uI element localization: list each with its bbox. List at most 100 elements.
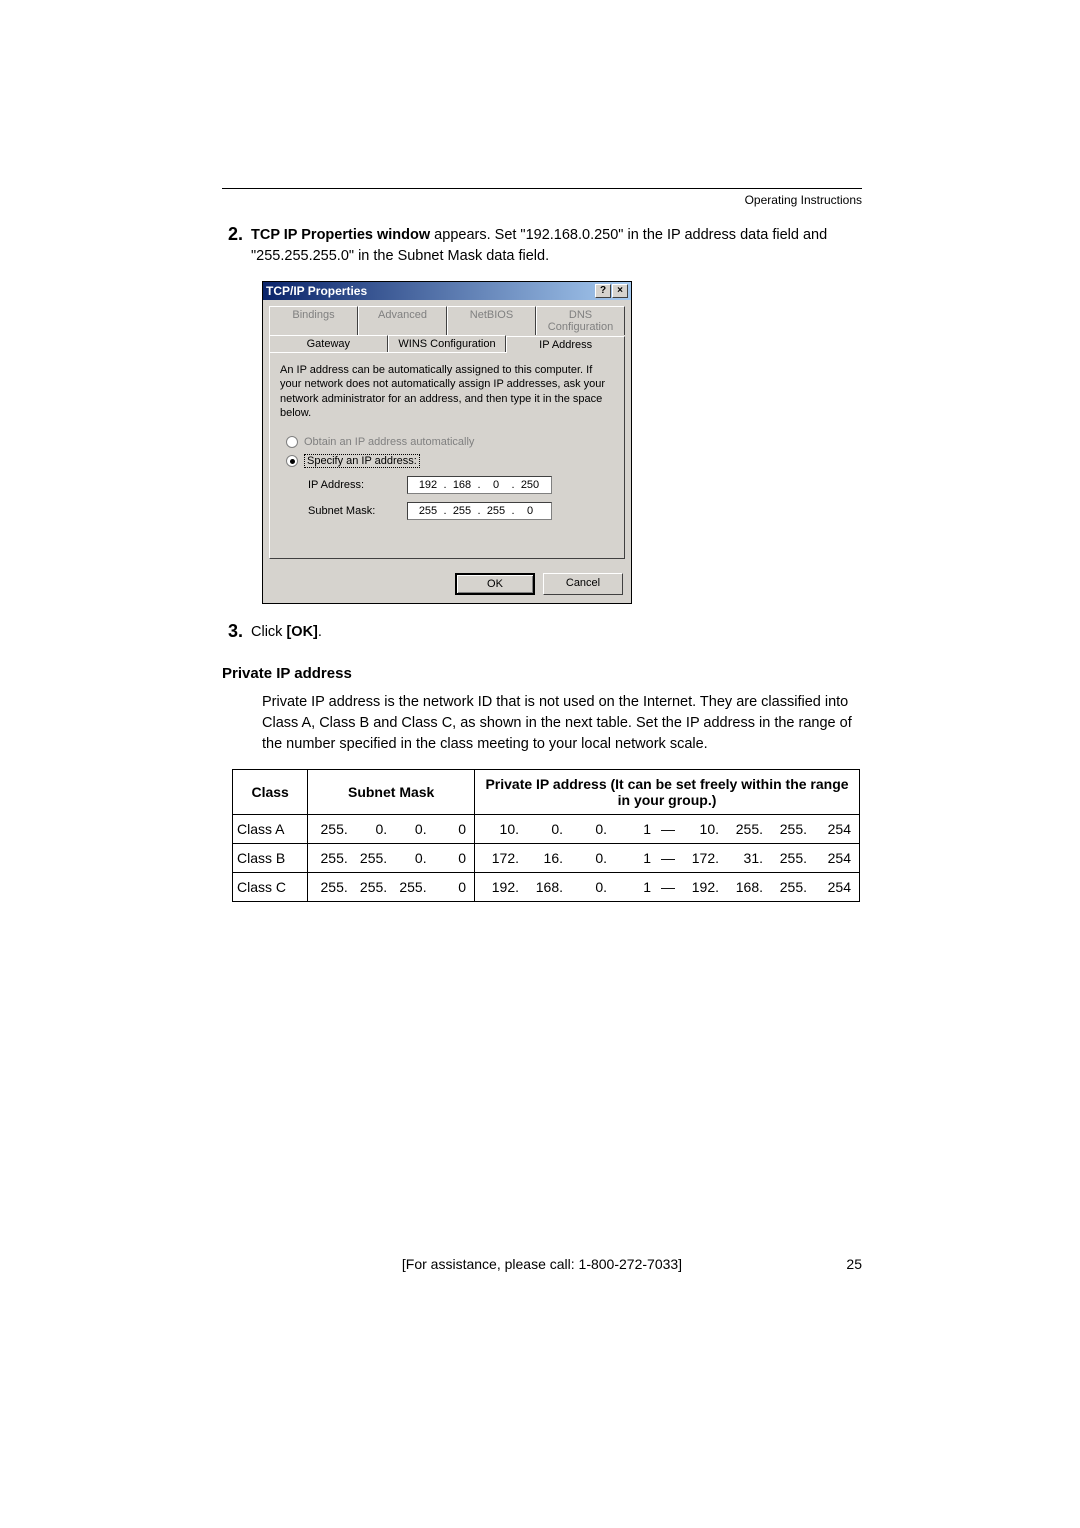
radio-obtain-auto-label: Obtain an IP address automatically (304, 436, 474, 448)
range-part: 0. (523, 821, 567, 837)
ip-octet-2[interactable]: 168 (448, 479, 476, 491)
range-part: 255. (767, 821, 811, 837)
th-class: Class (233, 770, 308, 815)
mask-octet-2[interactable]: 255 (448, 505, 476, 517)
range-part: 0. (567, 850, 611, 866)
mask-part: 255. (391, 879, 430, 895)
tab-wins-configuration[interactable]: WINS Configuration (388, 335, 507, 352)
step-3-pre: Click (251, 624, 286, 640)
range-part: 172. (679, 850, 723, 866)
tab-netbios[interactable]: NetBIOS (447, 306, 536, 335)
th-subnet-mask: Subnet Mask (308, 770, 475, 815)
cell-class: Class B (233, 844, 308, 873)
ip-address-field[interactable]: 192. 168. 0. 250 (407, 476, 552, 494)
radio-icon (286, 455, 298, 467)
dialog-titlebar: TCP/IP Properties ? × (263, 282, 631, 300)
footer-assistance: [For assistance, please call: 1-800-272-… (272, 1256, 812, 1272)
range-part: 172. (479, 850, 523, 866)
tab-advanced[interactable]: Advanced (358, 306, 447, 335)
cell-ip-range: 172.16.0.1—172.31.255.254 (475, 844, 860, 873)
private-ip-table: Class Subnet Mask Private IP address (It… (232, 769, 860, 902)
mask-part: 0. (391, 850, 430, 866)
step-3-body: Click [OK]. (251, 622, 322, 643)
ip-address-row: IP Address: 192. 168. 0. 250 (308, 476, 614, 494)
mask-part: 255. (312, 879, 351, 895)
table-row: Class A255.0.0.010.0.0.1—10.255.255.254 (233, 815, 860, 844)
mask-part: 255. (352, 850, 391, 866)
tab-dns-configuration[interactable]: DNS Configuration (536, 306, 625, 335)
range-part: 0. (567, 879, 611, 895)
cell-ip-range: 192.168.0.1—192.168.255.254 (475, 873, 860, 902)
range-part: — (655, 850, 679, 866)
table-row: Class C255.255.255.0192.168.0.1—192.168.… (233, 873, 860, 902)
mask-part: 0. (391, 821, 430, 837)
step-3-bold: [OK] (286, 624, 317, 640)
range-part: 1 (611, 821, 655, 837)
tab-panel-ip-address: An IP address can be automatically assig… (269, 352, 625, 559)
mask-octet-3[interactable]: 255 (482, 505, 510, 517)
cell-subnet-mask: 255.255.255.0 (308, 873, 475, 902)
range-part: 168. (523, 879, 567, 895)
cell-class: Class A (233, 815, 308, 844)
range-part: 254 (811, 850, 855, 866)
cancel-button[interactable]: Cancel (543, 573, 623, 595)
ip-octet-3[interactable]: 0 (482, 479, 510, 491)
step-2-bold: TCP IP Properties window (251, 227, 430, 243)
mask-part: 255. (312, 821, 351, 837)
header-label: Operating Instructions (222, 193, 862, 207)
step-2-body: TCP IP Properties window appears. Set "1… (251, 225, 862, 267)
mask-part: 0 (431, 879, 470, 895)
dialog-description: An IP address can be automatically assig… (280, 363, 614, 420)
range-part: — (655, 879, 679, 895)
range-part: 192. (479, 879, 523, 895)
step-3-post: . (318, 624, 322, 640)
range-part: 168. (723, 879, 767, 895)
mask-part: 0 (431, 850, 470, 866)
header-rule (222, 188, 862, 189)
ok-button[interactable]: OK (455, 573, 535, 595)
radio-specify-label: Specify an IP address: (304, 454, 420, 468)
step-2-number: 2. (228, 225, 243, 267)
range-part: 255. (723, 821, 767, 837)
mask-octet-4[interactable]: 0 (516, 505, 544, 517)
range-part: 255. (767, 850, 811, 866)
cell-class: Class C (233, 873, 308, 902)
radio-icon (286, 436, 298, 448)
range-part: 1 (611, 850, 655, 866)
subnet-mask-field[interactable]: 255. 255. 255. 0 (407, 502, 552, 520)
radio-obtain-auto[interactable]: Obtain an IP address automatically (286, 436, 614, 448)
cell-subnet-mask: 255.0.0.0 (308, 815, 475, 844)
table-row: Class B255.255.0.0172.16.0.1—172.31.255.… (233, 844, 860, 873)
help-icon[interactable]: ? (595, 284, 611, 298)
tab-gateway[interactable]: Gateway (269, 335, 388, 352)
step-3-number: 3. (228, 622, 243, 643)
range-part: 10. (679, 821, 723, 837)
range-part: 255. (767, 879, 811, 895)
range-part: 192. (679, 879, 723, 895)
mask-part: 0 (431, 821, 470, 837)
step-2: 2. TCP IP Properties window appears. Set… (228, 225, 862, 267)
range-part: 254 (811, 821, 855, 837)
cell-ip-range: 10.0.0.1—10.255.255.254 (475, 815, 860, 844)
mask-octet-1[interactable]: 255 (414, 505, 442, 517)
range-part: 31. (723, 850, 767, 866)
tab-ip-address[interactable]: IP Address (506, 336, 625, 353)
cell-subnet-mask: 255.255.0.0 (308, 844, 475, 873)
tcpip-properties-dialog: TCP/IP Properties ? × Bindings Advanced … (262, 281, 632, 604)
mask-part: 255. (352, 879, 391, 895)
mask-part: 255. (312, 850, 351, 866)
range-part: — (655, 821, 679, 837)
close-icon[interactable]: × (612, 284, 628, 298)
mask-part: 0. (352, 821, 391, 837)
ip-octet-1[interactable]: 192 (414, 479, 442, 491)
range-part: 10. (479, 821, 523, 837)
ip-address-label: IP Address: (308, 479, 393, 491)
range-part: 1 (611, 879, 655, 895)
tab-bindings[interactable]: Bindings (269, 306, 358, 335)
radio-specify[interactable]: Specify an IP address: (286, 454, 614, 468)
dialog-title: TCP/IP Properties (266, 284, 367, 298)
ip-octet-4[interactable]: 250 (516, 479, 544, 491)
subnet-mask-row: Subnet Mask: 255. 255. 255. 0 (308, 502, 614, 520)
range-part: 16. (523, 850, 567, 866)
footer-page-number: 25 (812, 1256, 862, 1272)
